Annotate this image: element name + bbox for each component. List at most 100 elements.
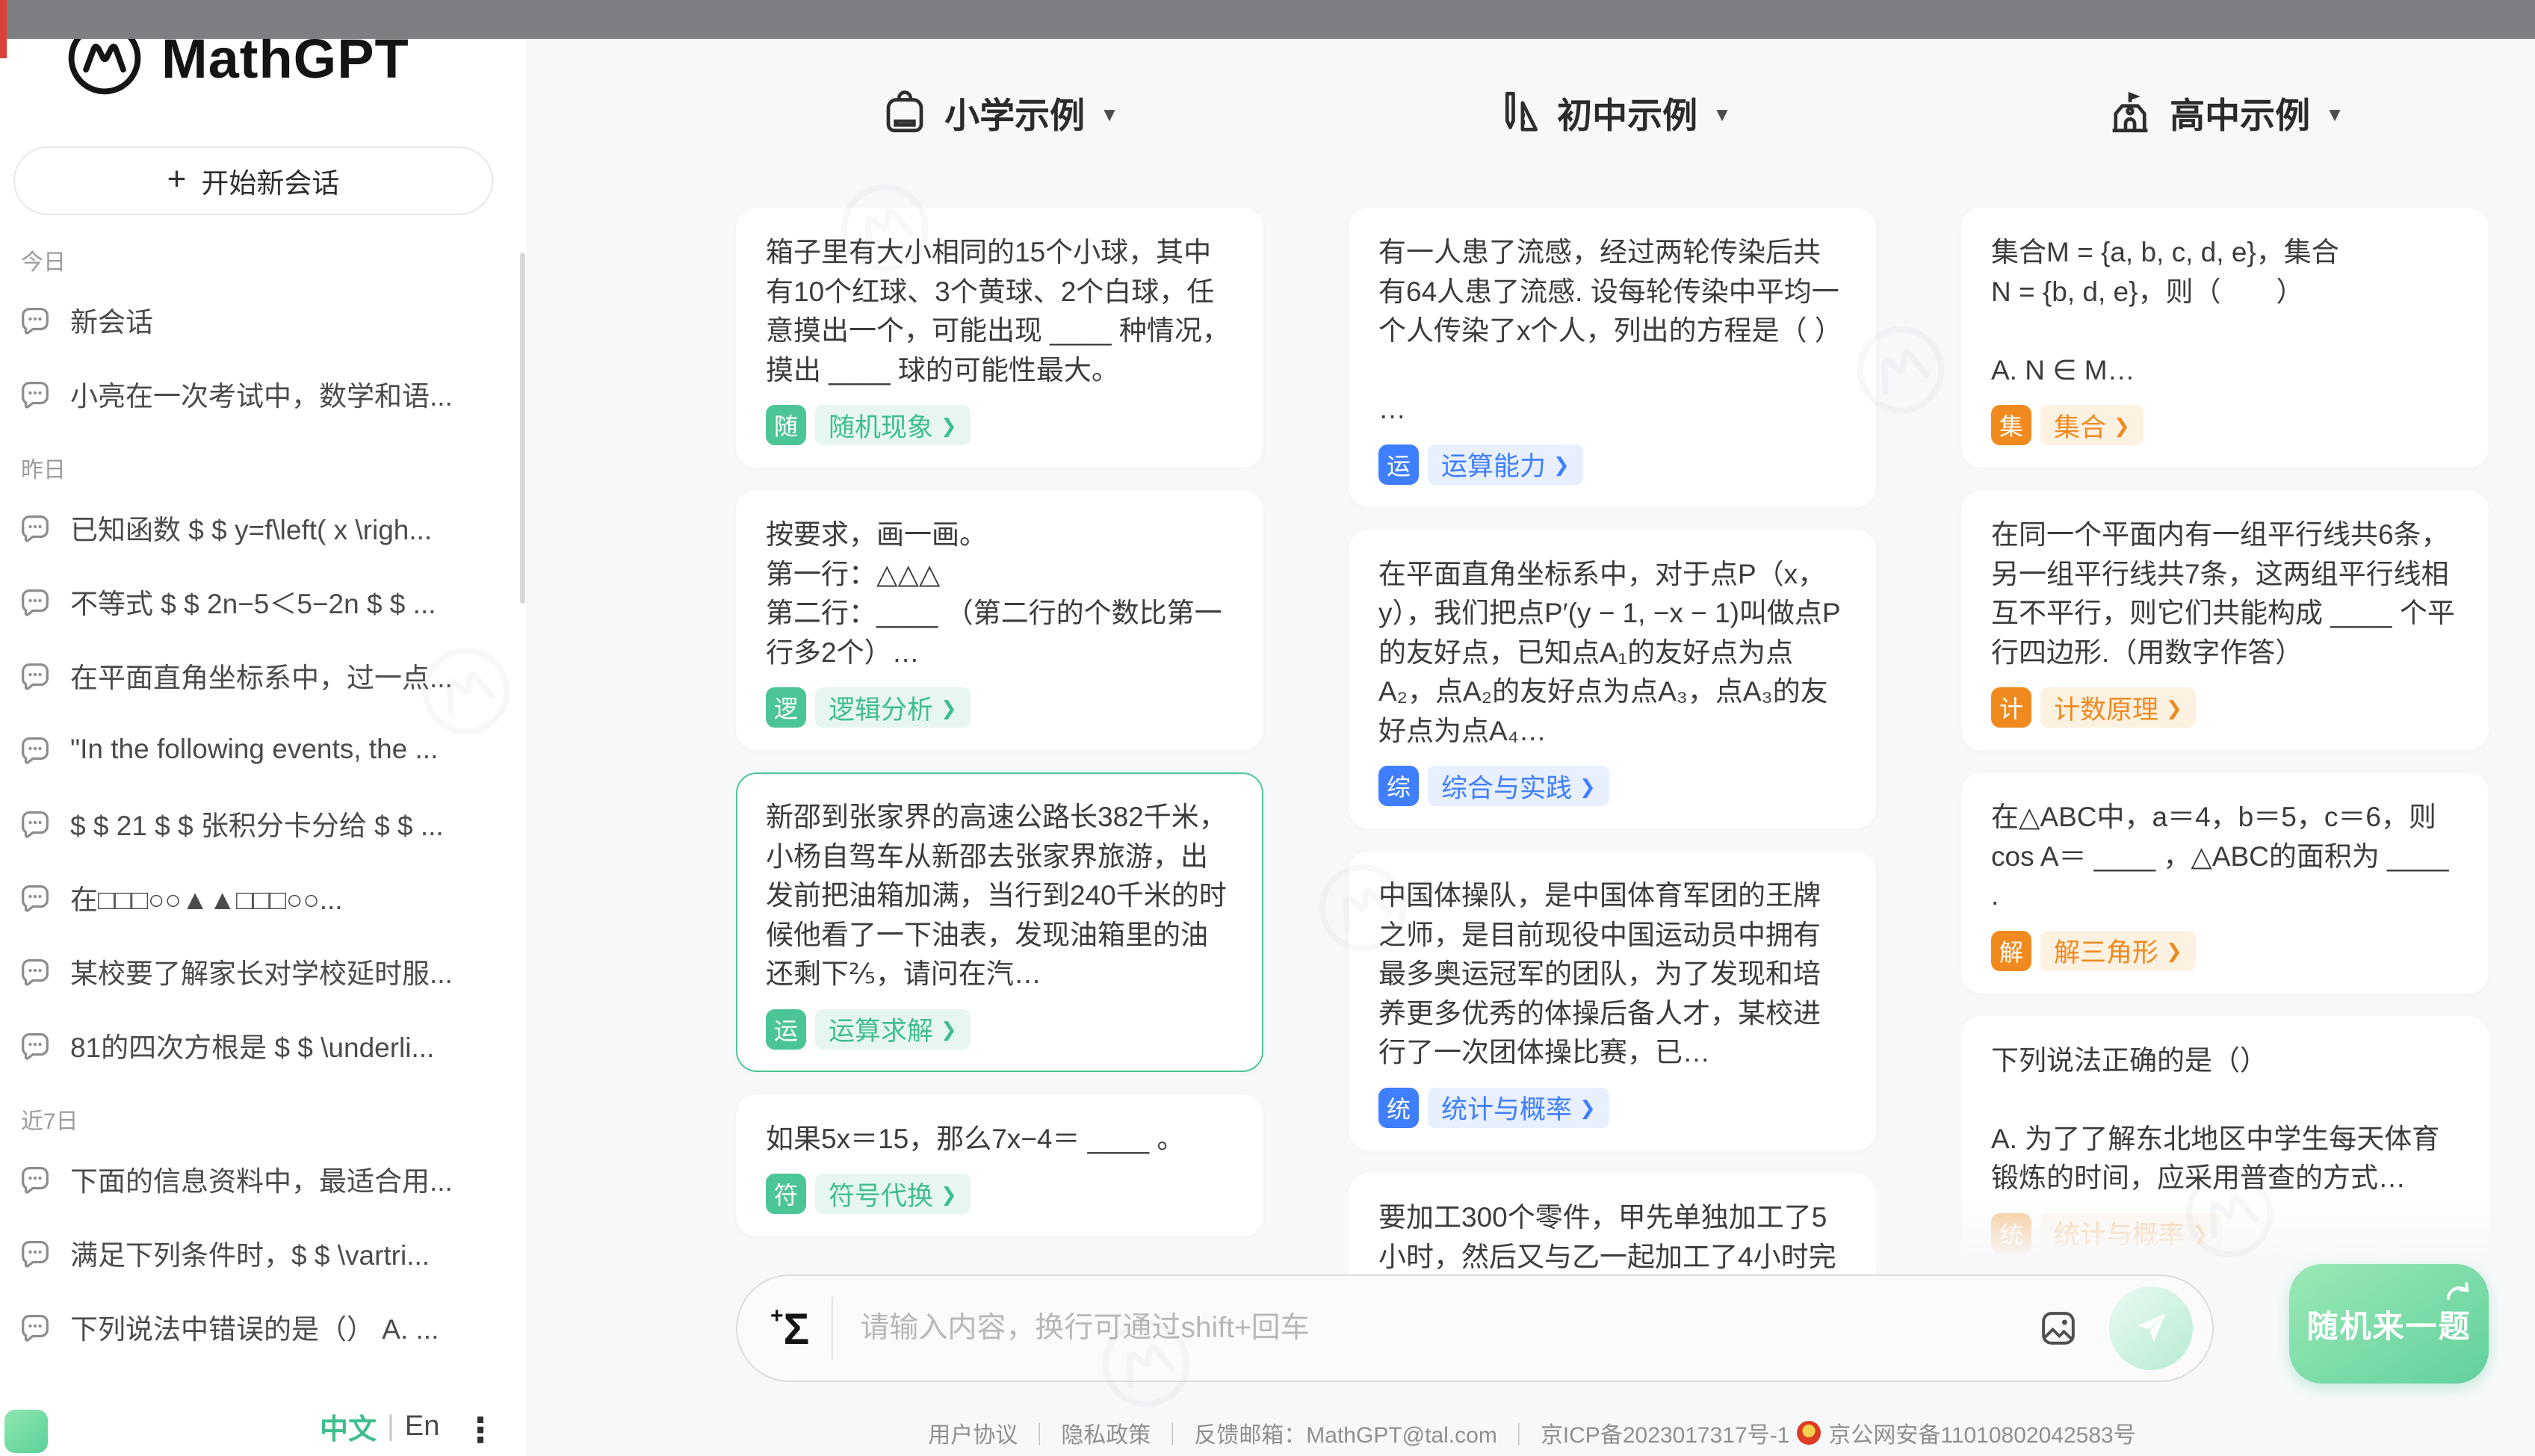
public-security-emblem-icon (1797, 1421, 1821, 1445)
tag-link[interactable]: 随机现象 ❯ (815, 405, 971, 445)
example-card[interactable]: 在平面直角坐标系中，对于点P（x，y），我们把点P′(y − 1, −x − 1… (1349, 530, 1876, 829)
conversation-item[interactable]: 下面的信息资料中，最适合用... (18, 1141, 505, 1215)
tag-link[interactable]: 解三角形 ❯ (2040, 931, 2196, 971)
tag-badge: 逻 (766, 687, 806, 728)
example-card[interactable]: 在同一个平面内有一组平行线共6条，另一组平行线共7条，这两组平行线相互不平行，则… (1961, 490, 2489, 750)
conversation-item[interactable]: 在□□□○○▲▲□□□○○... (18, 860, 505, 934)
chevron-right-icon: ❯ (2114, 415, 2130, 438)
conversation-item[interactable]: 下列说法中错误的是（） A. ... (18, 1289, 505, 1363)
tag-row: 综 综合与实践 ❯ (1378, 766, 1846, 806)
icp-license-link[interactable]: 京ICP备2023017317号-1 (1541, 1423, 1790, 1448)
example-card[interactable]: 如果5x＝15，那么7x−4＝ ____ 。 符 符号代换 ❯ (736, 1094, 1263, 1237)
chat-bubble-icon (18, 954, 52, 988)
chevron-right-icon: ❯ (1579, 1097, 1596, 1120)
section-label-yesterday: 昨日 (21, 451, 505, 484)
example-card[interactable]: 中国体操队，是中国体育军团的王牌之师，是目前现役中国运动员中拥有最多奥运冠军的团… (1349, 851, 1876, 1150)
conversation-item[interactable]: $ $ 21 $ $ 张积分卡分给 $ $ ... (18, 786, 505, 860)
more-menu-icon[interactable]: ⋮ (463, 1410, 498, 1450)
conversation-item[interactable]: 81的四次方根是 $ $ \underli... (18, 1008, 505, 1082)
clipped-card-wrapper: 下列说法正确的是（） A. 为了了解东北地区中学生每天体育锻炼的时间，应采用普查… (1961, 1016, 2489, 1264)
feedback-email[interactable]: 反馈邮箱：MathGPT@tal.com (1194, 1423, 1497, 1448)
conversation-item[interactable]: 某校要了解家长对学校延时服... (18, 934, 505, 1008)
chevron-down-icon: ▼ (2325, 103, 2344, 126)
conversation-item[interactable]: 小亮在一次考试中，数学和语... (18, 356, 505, 430)
tag-link[interactable]: 统计与概率 ❯ (2040, 1213, 2222, 1254)
example-card[interactable]: 有一人患了流感，经过两轮传染后共有64人患了流感. 设每轮传染中平均一个人传染了… (1349, 208, 1876, 507)
chat-bubble-icon (18, 732, 52, 766)
tag-row: 解 解三角形 ❯ (1991, 931, 2459, 971)
formula-input-button[interactable]: +Σ (770, 1305, 809, 1351)
chat-bubble-icon (18, 1310, 52, 1344)
problem-text: 下列说法正确的是（） A. 为了了解东北地区中学生每天体育锻炼的时间，应采用普查… (1991, 1041, 2459, 1198)
example-card[interactable]: 集合M = {a, b, c, d, e}，集合 N = {b, d, e}，则… (1961, 208, 2489, 468)
chat-bubble-icon (18, 584, 52, 619)
problem-text: 在同一个平面内有一组平行线共6条，另一组平行线共7条，这两组平行线相互不平行，则… (1991, 515, 2459, 672)
upload-image-button[interactable] (2037, 1307, 2079, 1349)
conversation-item[interactable]: 新会话 (18, 282, 505, 356)
tag-badge: 解 (1991, 931, 2031, 971)
example-card[interactable]: 箱子里有大小相同的15个小球，其中有10个红球、3个黄球、2个白球，任意摸出一个… (736, 208, 1263, 468)
tag-link[interactable]: 综合与实践 ❯ (1428, 766, 1609, 806)
example-card[interactable]: 在△ABC中，a＝4，b＝5，c＝6，则 cos A＝ ____ ，△ABC的面… (1961, 772, 2489, 994)
tag-link[interactable]: 计数原理 ❯ (2040, 687, 2196, 728)
column-high-school: 高中示例 ▼ 集合M = {a, b, c, d, e}，集合 N = {b, … (1961, 78, 2489, 1264)
sidebar: MathGPT + 开始新会话 今日 新会话 小亮在一次考试中，数学和语... … (0, 0, 528, 1456)
tag-badge: 符 (766, 1174, 806, 1214)
chevron-right-icon: ❯ (1579, 775, 1596, 799)
example-card-selected[interactable]: 新邵到张家界的高速公路长382千米，小杨自驾车从新邵去张家界旅游，出发前把油箱加… (736, 772, 1263, 1072)
tag-link[interactable]: 统计与概率 ❯ (1428, 1088, 1609, 1128)
tag-row: 随 随机现象 ❯ (766, 405, 1234, 445)
conversation-item[interactable]: 不等式 $ $ 2n−5＜5−2n $ $ ... (18, 564, 505, 638)
example-card[interactable]: 按要求，画一画。 第一行：△△△ 第二行：____ （第二行的个数比第一行多2个… (736, 490, 1263, 750)
tag-badge: 统 (1991, 1213, 2031, 1254)
avatar[interactable] (4, 1410, 48, 1453)
school-icon (2105, 87, 2155, 137)
tag-row: 统 统计与概率 ❯ (1378, 1088, 1846, 1128)
column-middle-school: 初中示例 ▼ 有一人患了流感，经过两轮传染后共有64人患了流感. 设每轮传染中平… (1349, 78, 1876, 1336)
public-security-license-link[interactable]: 京公网安备11010802042583号 (1828, 1423, 2135, 1448)
problem-text: 箱子里有大小相同的15个小球，其中有10个红球、3个黄球、2个白球，任意摸出一个… (766, 233, 1234, 390)
tag-badge: 运 (1378, 444, 1419, 485)
tag-link[interactable]: 集合 ❯ (2040, 405, 2144, 445)
composer-divider (832, 1297, 833, 1360)
message-input[interactable] (860, 1312, 2037, 1345)
tag-row: 计 计数原理 ❯ (1991, 687, 2459, 728)
conversation-item[interactable]: "In the following events, the ... (18, 712, 505, 786)
chevron-right-icon: ❯ (2192, 1222, 2209, 1245)
shuffle-arrow-icon (2439, 1276, 2472, 1309)
tag-link[interactable]: 逻辑分析 ❯ (815, 687, 971, 728)
conversation-item[interactable]: 满足下列条件时，$ $ \vartri... (18, 1215, 505, 1289)
language-zh[interactable]: 中文 (320, 1406, 377, 1447)
section-label-week: 近7日 (21, 1103, 505, 1136)
screen-share-bar (0, 0, 2535, 39)
chat-bubble-icon (18, 658, 52, 693)
sidebar-scrollbar[interactable] (520, 253, 525, 604)
problem-text: 中国体操队，是中国体育军团的王牌之师，是目前现役中国运动员中拥有最多奥运冠军的团… (1378, 876, 1846, 1073)
high-school-examples-dropdown[interactable]: 高中示例 ▼ (1961, 78, 2489, 146)
chat-bubble-icon (18, 303, 52, 337)
elementary-examples-dropdown[interactable]: 小学示例 ▼ (736, 78, 1263, 146)
new-conversation-button[interactable]: + 开始新会话 (13, 146, 493, 215)
middle-school-examples-dropdown[interactable]: 初中示例 ▼ (1349, 78, 1876, 146)
tag-link[interactable]: 符号代换 ❯ (815, 1174, 971, 1214)
tag-badge: 运 (766, 1009, 806, 1050)
random-question-button[interactable]: 随机来一题 (2289, 1264, 2489, 1384)
mathgpt-app: MathGPT + 开始新会话 今日 新会话 小亮在一次考试中，数学和语... … (0, 0, 2535, 1456)
conversation-item[interactable]: 在平面直角坐标系中，过一点... (18, 638, 505, 712)
tag-row: 运 运算求解 ❯ (766, 1009, 1234, 1050)
chat-bubble-icon (18, 510, 52, 545)
chevron-right-icon: ❯ (941, 697, 957, 720)
privacy-link[interactable]: 隐私政策 (1061, 1423, 1151, 1448)
tag-link[interactable]: 运算能力 ❯ (1428, 444, 1583, 485)
tag-row: 运 运算能力 ❯ (1378, 444, 1846, 485)
tag-link[interactable]: 运算求解 ❯ (815, 1009, 971, 1050)
send-button[interactable] (2109, 1286, 2193, 1370)
column-elementary: 小学示例 ▼ 箱子里有大小相同的15个小球，其中有10个红球、3个黄球、2个白球… (736, 78, 1263, 1236)
terms-link[interactable]: 用户协议 (928, 1423, 1018, 1448)
chat-bubble-icon (18, 1028, 52, 1062)
conversation-item[interactable]: 已知函数 $ $ y=f\left( x \righ... (18, 490, 505, 564)
language-en[interactable]: En (405, 1410, 439, 1443)
tag-badge: 综 (1378, 766, 1419, 806)
tag-badge: 随 (766, 405, 806, 445)
example-card[interactable]: 下列说法正确的是（） A. 为了了解东北地区中学生每天体育锻炼的时间，应采用普查… (1961, 1016, 2489, 1264)
